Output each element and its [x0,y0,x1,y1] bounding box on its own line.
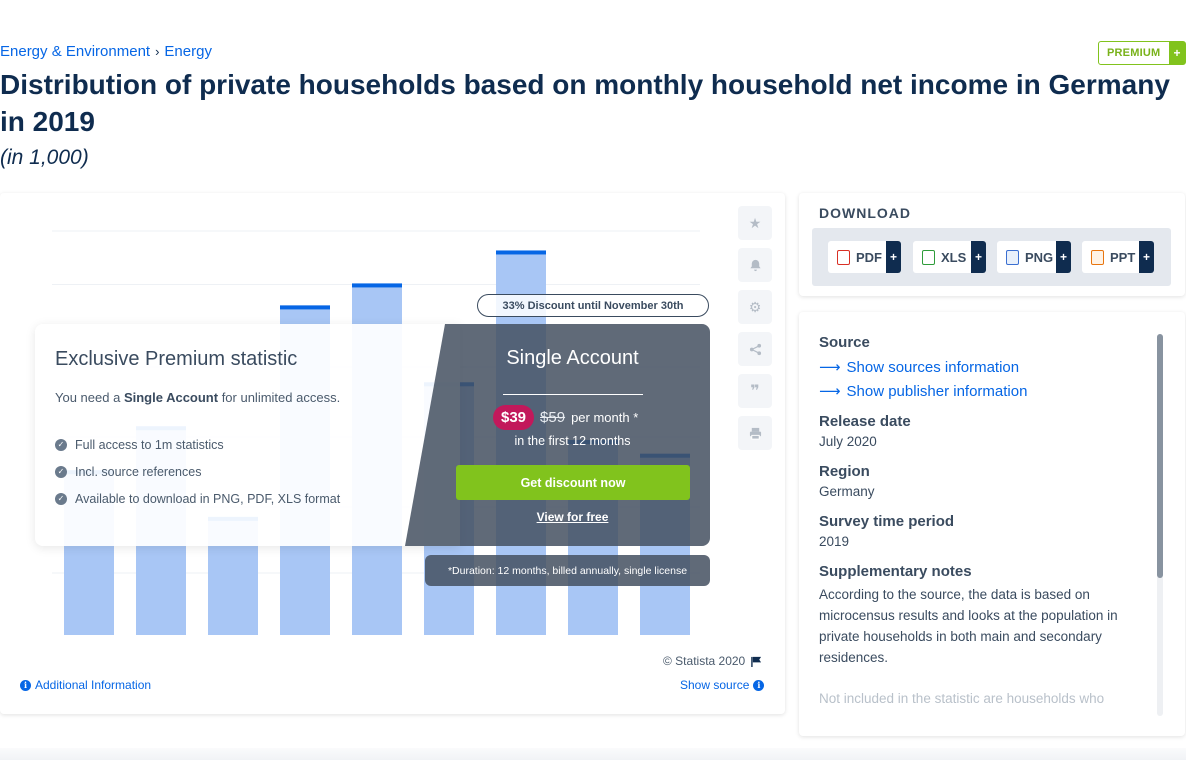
single-account-title: Single Account [506,347,639,369]
breadcrumb-link-energy-environment[interactable]: Energy & Environment [0,43,150,60]
region-label: Region [819,463,870,480]
gear-icon[interactable]: ⚙ [738,290,772,324]
price-period: per month * [571,410,639,425]
download-xls-button[interactable]: XLS + [913,241,986,273]
copyright: © Statista 2020 [663,654,762,668]
region-value: Germany [819,484,875,499]
show-sources-link[interactable]: ⟶ Show sources information [819,355,1144,379]
price-note: in the first 12 months [514,434,631,448]
quote-icon[interactable]: ❞ [738,374,772,408]
png-file-icon [1006,249,1019,265]
breadcrumb-separator: › [155,44,160,59]
pdf-file-icon [837,249,850,265]
supplementary-notes-more: Not included in the statistic are househ… [819,691,1105,706]
chart-bar-cap [280,305,330,310]
divider [503,394,643,395]
arrow-right-icon: ⟶ [819,383,841,400]
source-label: Source [819,334,870,351]
discount-pill: 33% Discount until November 30th [477,294,709,317]
feature-list: ✓ Full access to 1m statistics ✓ Incl. sou… [55,431,340,512]
release-date-label: Release date [819,413,911,430]
view-for-free-link[interactable]: View for free [455,510,690,524]
new-price-badge: $39 [493,405,535,430]
page-subtitle: (in 1,000) [0,146,89,169]
premium-overlay-panel: Exclusive Premium statistic You need a S… [35,324,460,546]
scrollbar[interactable] [1157,334,1163,716]
arrow-right-icon: ⟶ [819,359,841,376]
scrollbar-thumb[interactable] [1157,334,1163,578]
get-discount-button[interactable]: Get discount now [456,465,690,500]
star-icon[interactable]: ★ [738,206,772,240]
additional-information-link[interactable]: i Additional Information [20,678,151,692]
print-icon[interactable] [738,416,772,450]
download-title: DOWNLOAD [819,205,911,221]
price-row: $39 $59 per month * [493,405,638,430]
plus-icon: + [1169,42,1185,64]
overlay-title: Exclusive Premium statistic [55,348,298,370]
premium-label: PREMIUM [1107,47,1161,59]
ppt-file-icon [1091,249,1104,265]
breadcrumb-link-energy[interactable]: Energy [164,43,212,60]
chart-bar-cap [352,283,402,288]
feature-item: ✓ Incl. source references [55,458,340,485]
download-card: DOWNLOAD PDF + XLS + PNG + PPT + [799,193,1185,296]
show-source-link[interactable]: Show source i [680,678,765,692]
feature-item: ✓ Available to download in PNG, PDF, XLS … [55,485,340,512]
download-buttons: PDF + XLS + PNG + PPT + [812,228,1171,286]
supplementary-notes-label: Supplementary notes [819,563,972,580]
check-icon: ✓ [55,465,67,478]
chart-bar-cap [496,250,546,255]
check-icon: ✓ [55,492,67,505]
old-price: $59 [540,409,566,426]
statistic-info-card: Source ⟶ Show sources information ⟶ Show p… [799,312,1185,736]
page-bottom-edge [0,748,1186,760]
release-date-value: July 2020 [819,434,877,449]
download-png-button[interactable]: PNG + [997,241,1071,273]
premium-badge[interactable]: PREMIUM + [1098,41,1186,65]
chart-card: ★ ⚙ ❞ Exclusive Premium statistic You ne… [0,193,785,714]
xls-file-icon [922,249,935,265]
duration-note: *Duration: 12 months, billed annually, s… [425,555,710,586]
page-title: Distribution of private households based… [0,69,1170,137]
feature-item: ✓ Full access to 1m statistics [55,431,340,458]
bell-icon[interactable] [738,248,772,282]
flag-icon[interactable] [751,656,762,667]
download-ppt-button[interactable]: PPT + [1082,241,1154,273]
download-pdf-button[interactable]: PDF + [828,241,901,273]
overlay-account-text: You need a Single Account for unlimited … [55,390,341,405]
breadcrumb: Energy & Environment › Energy [0,43,212,60]
survey-period-label: Survey time period [819,513,955,530]
show-publisher-link[interactable]: ⟶ Show publisher information [819,379,1144,403]
info-icon: i [20,679,31,691]
share-icon[interactable] [738,332,772,366]
supplementary-notes-text: According to the source, the data is bas… [819,587,1118,665]
info-icon: i [753,679,765,691]
check-icon: ✓ [55,438,67,451]
survey-period-value: 2019 [819,534,850,549]
